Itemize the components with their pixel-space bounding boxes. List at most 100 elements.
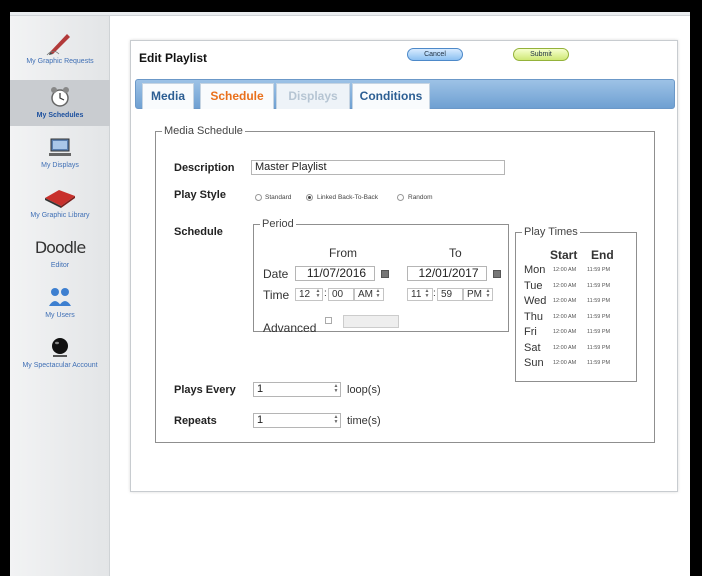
tab-media[interactable]: Media: [142, 83, 194, 109]
sidebar-item-label: My Users: [45, 312, 75, 319]
tab-displays: Displays: [276, 83, 350, 109]
spinner-value: 59: [441, 289, 453, 300]
schedule-label: Schedule: [174, 226, 223, 238]
play-times-end: 11:59 PM: [587, 313, 611, 320]
time-colon: :: [433, 288, 436, 299]
sidebar-item-editor[interactable]: Doodle Editor: [10, 238, 110, 278]
spinner-value: 12: [299, 289, 311, 300]
play-times-end: 11:59 PM: [587, 298, 611, 304]
play-times-row[interactable]: Fri 12:00 AM 11:59 PM: [515, 326, 635, 338]
spinner-arrows-icon[interactable]: ▲ ▼: [485, 289, 491, 300]
repeats-input[interactable]: 1: [253, 413, 341, 428]
book-icon: [10, 184, 110, 210]
sidebar: My Graphic Requests My Schedules My Disp…: [10, 16, 110, 576]
start-header: Start: [550, 248, 578, 262]
sidebar-item-displays[interactable]: My Displays: [10, 134, 110, 178]
play-times-end: 11:59 PM: [587, 329, 611, 335]
cancel-button[interactable]: Cancel: [407, 48, 463, 61]
sidebar-item-label: Editor: [50, 262, 70, 269]
sidebar-item-label: My Displays: [41, 162, 79, 169]
doodle-logo: Doodle: [34, 238, 86, 257]
play-times-day: Mon: [524, 264, 546, 276]
tab-conditions[interactable]: Conditions: [352, 83, 430, 109]
users-icon: [10, 284, 110, 310]
play-times-end: 11:59 PM: [587, 344, 611, 351]
calendar-icon[interactable]: [493, 270, 501, 278]
play-times-row[interactable]: Sun 12:00 AM 11:59 PM: [515, 357, 635, 369]
play-times-start: 12:00 AM: [553, 267, 577, 273]
sidebar-item-users[interactable]: My Users: [10, 284, 110, 328]
sidebar-item-label: My Schedules: [36, 112, 84, 119]
sidebar-item-label: My Graphic Library: [30, 212, 90, 219]
plays-every-unit: loop(s): [347, 384, 381, 396]
play-times-row[interactable]: Mon 12:00 AM 11:59 PM: [515, 264, 635, 276]
play-style-random-label: Random: [408, 194, 433, 201]
description-label: Description: [174, 162, 235, 174]
to-label: To: [449, 246, 462, 260]
page-title: Edit Playlist: [139, 51, 208, 65]
sidebar-item-label: My Graphic Requests: [26, 58, 94, 65]
top-bar: [10, 12, 690, 16]
description-input[interactable]: Master Playlist: [251, 160, 505, 175]
sidebar-item-label: My Spectacular Account: [22, 362, 98, 369]
spinner-arrows-icon[interactable]: ▲ ▼: [315, 289, 321, 300]
play-times-end: 11:59 PM: [587, 282, 611, 289]
play-times-day: Sat: [524, 341, 541, 354]
play-times-start: 12:00 AM: [553, 360, 577, 366]
play-times-day: Thu: [524, 310, 543, 323]
advanced-checkbox[interactable]: [325, 317, 332, 324]
from-label: From: [329, 246, 357, 260]
to-date-input[interactable]: 12/01/2017: [407, 266, 487, 281]
sidebar-item-graphic-requests[interactable]: My Graphic Requests: [10, 30, 110, 74]
play-times-row[interactable]: Thu 12:00 AM 11:59 PM: [515, 311, 635, 323]
spinner-arrows-icon[interactable]: ▲ ▼: [375, 289, 381, 300]
plays-every-input[interactable]: 1: [253, 382, 341, 397]
play-style-linked-radio[interactable]: [306, 194, 313, 201]
fieldset-legend: Media Schedule: [164, 125, 243, 137]
advanced-label: Advanced: [263, 321, 317, 335]
spinner-value: 00: [332, 289, 344, 300]
alarm-clock-icon: [10, 84, 110, 110]
play-times-list: Mon 12:00 AM 11:59 PM Tue 12:00 AM 11:59 PM We…: [515, 264, 637, 374]
spinner-arrows-icon[interactable]: ▲ ▼: [333, 384, 339, 395]
to-minute-spinner[interactable]: 59: [437, 288, 463, 301]
advanced-button: [343, 315, 399, 328]
sidebar-item-graphic-library[interactable]: My Graphic Library: [10, 184, 110, 228]
play-times-day: Fri: [524, 326, 537, 338]
spinner-value: PM: [467, 289, 482, 300]
from-minute-spinner[interactable]: 00: [328, 288, 354, 301]
spinner-value: 11: [411, 289, 422, 300]
spinner-value: AM: [358, 289, 373, 300]
play-times-row[interactable]: Wed 12:00 AM 11:59 PM: [515, 295, 635, 307]
tab-schedule[interactable]: Schedule: [200, 83, 274, 109]
play-style-random-radio[interactable]: [397, 194, 404, 201]
display-icon: [10, 134, 110, 160]
sidebar-item-schedules[interactable]: My Schedules: [10, 80, 110, 126]
end-header: End: [591, 248, 614, 262]
play-style-linked-label: Linked Back-To-Back: [317, 194, 379, 201]
play-times-start: 12:00 AM: [553, 282, 577, 289]
play-style-standard-radio[interactable]: [255, 194, 262, 201]
play-times-legend: Play Times: [524, 226, 578, 238]
submit-button[interactable]: Submit: [513, 48, 569, 61]
play-times-row[interactable]: Tue 12:00 AM 11:59 PM: [515, 280, 635, 292]
play-times-start: 12:00 AM: [553, 298, 577, 304]
spinner-arrows-icon[interactable]: ▲ ▼: [333, 415, 339, 426]
play-times-day: Sun: [524, 357, 544, 369]
from-date-input[interactable]: 11/07/2016: [295, 266, 375, 281]
time-colon: :: [324, 288, 327, 299]
plays-every-label: Plays Every: [174, 384, 236, 396]
spinner-arrows-icon[interactable]: ▲ ▼: [424, 289, 430, 300]
play-times-row[interactable]: Sat 12:00 AM 11:59 PM: [515, 342, 635, 354]
play-times-start: 12:00 AM: [553, 344, 577, 351]
play-times-start: 12:00 AM: [553, 329, 577, 335]
app-window: My Graphic Requests My Schedules My Disp…: [10, 12, 690, 576]
edit-playlist-panel: Edit Playlist Cancel Submit Media Schedu…: [130, 40, 678, 492]
calendar-icon[interactable]: [381, 270, 389, 278]
play-times-end: 11:59 PM: [587, 360, 611, 366]
play-times-end: 11:59 PM: [587, 267, 611, 273]
pen-icon: [10, 30, 110, 56]
sidebar-item-account[interactable]: My Spectacular Account: [10, 334, 110, 378]
tab-bar: Media Schedule Displays Conditions: [135, 79, 675, 109]
play-times-day: Tue: [524, 279, 543, 292]
